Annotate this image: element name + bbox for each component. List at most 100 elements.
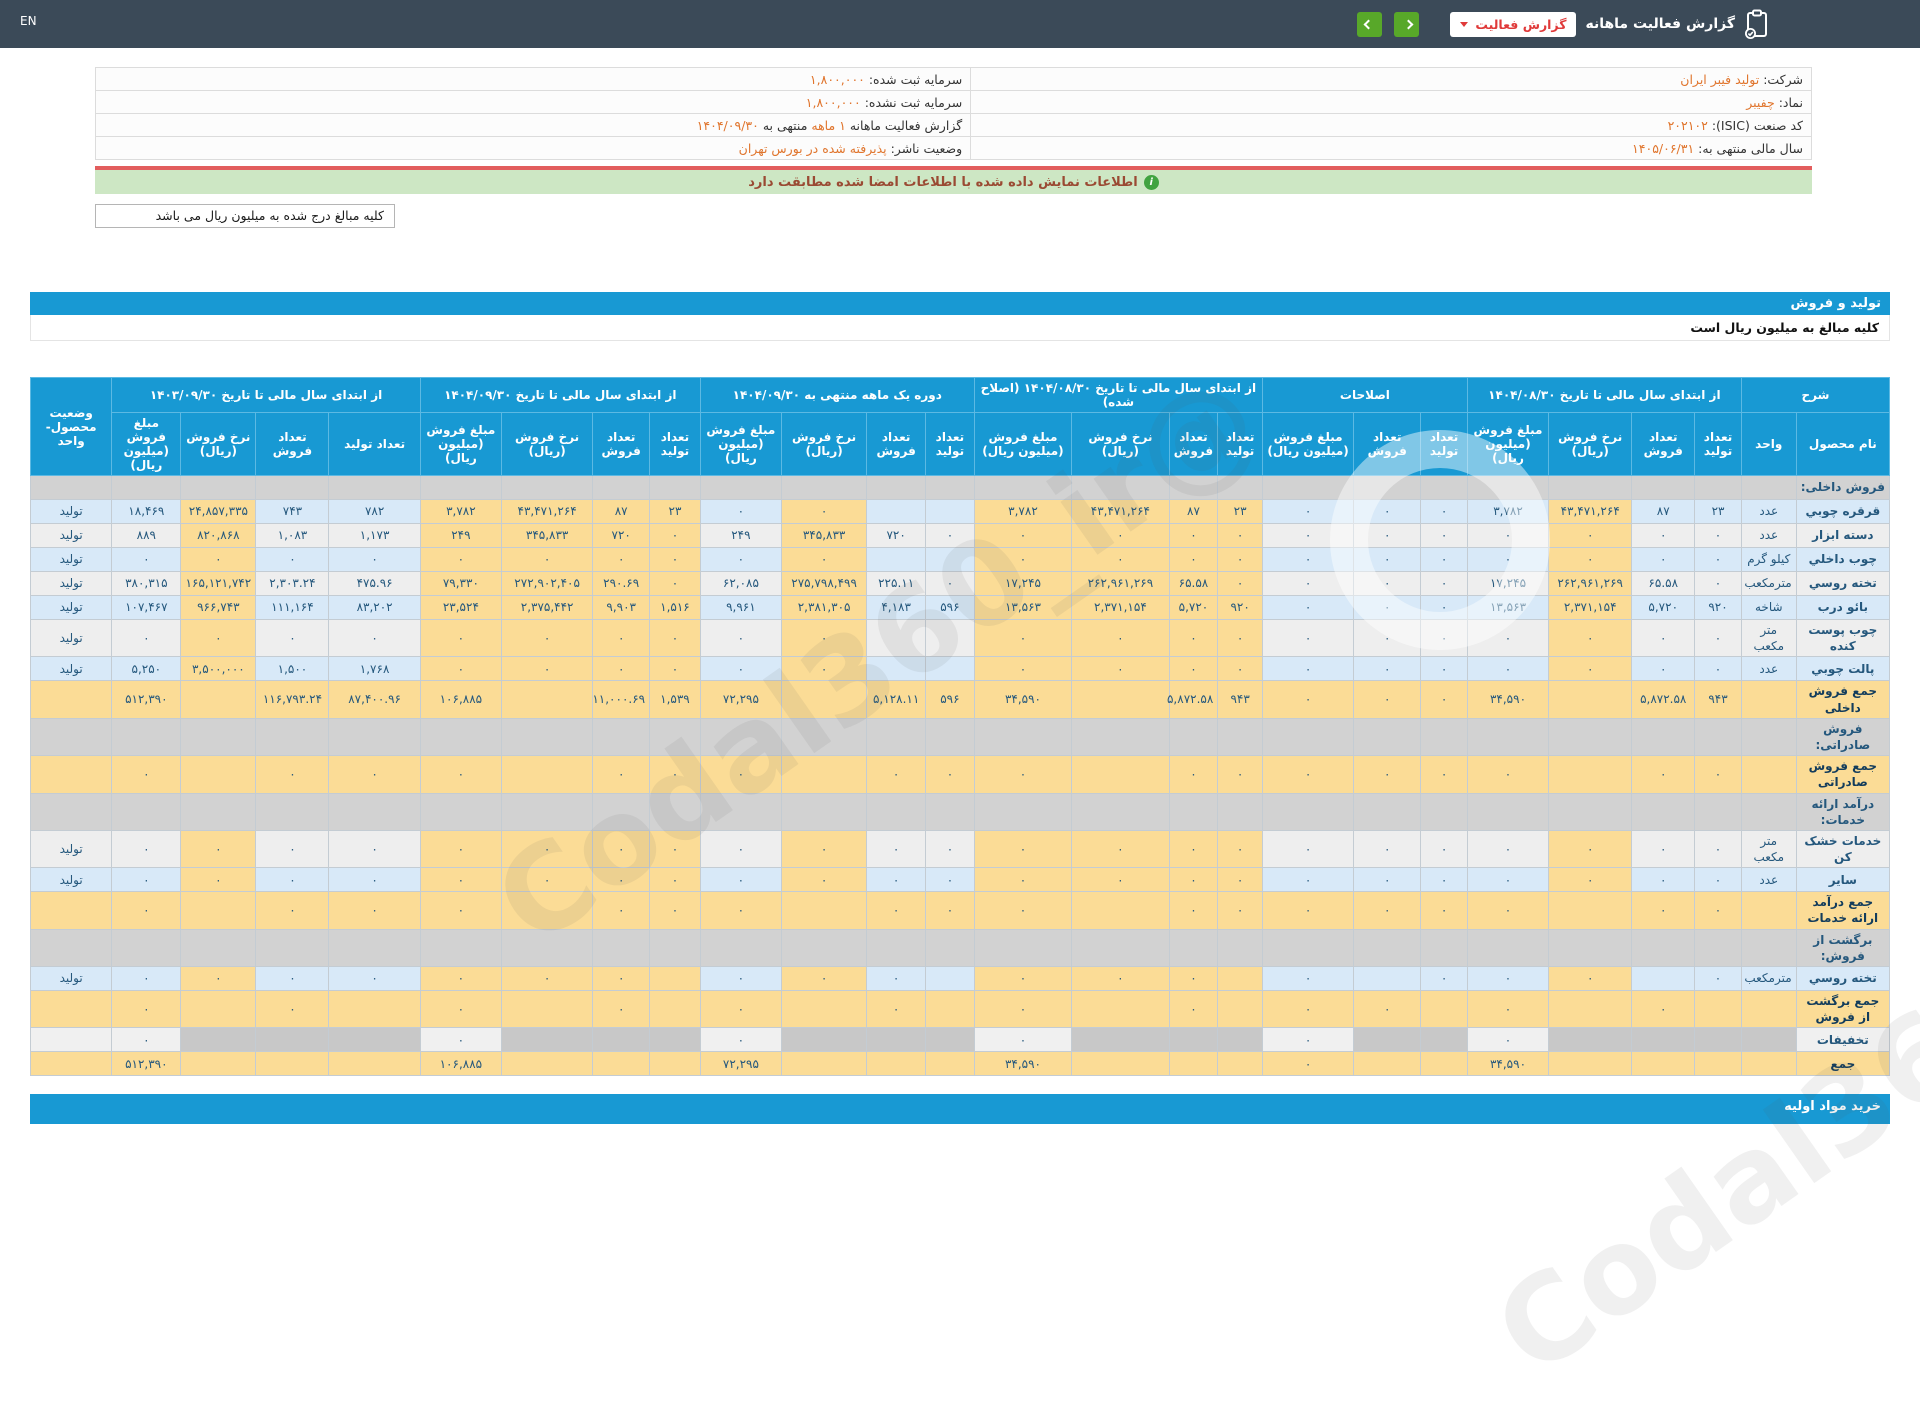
status-cell [29, 1027, 113, 1053]
previous-report-button[interactable] [1357, 11, 1383, 37]
unit-cell [1740, 680, 1797, 719]
table-cell [780, 989, 868, 1029]
table-cell: ۰ [1466, 656, 1550, 682]
table-cell: ۲۳ [649, 499, 701, 524]
table-cell: ۴۳,۴۷۱,۲۶۴ [1071, 499, 1170, 524]
table-cell [1548, 755, 1633, 794]
table-cell: ۳,۷۸۲ [1466, 499, 1550, 524]
info-cell-left: گزارش فعالیت ماهانه ۱ ماهه منتهی به ۱۴۰۴… [94, 113, 972, 137]
table-cell [180, 755, 257, 794]
table-cell [925, 547, 975, 572]
report-type-dropdown[interactable]: گزارش فعالیت [1450, 11, 1577, 37]
table-cell: ۰ [1353, 867, 1422, 893]
currency-unit-note: کلیه مبالغ درج شده به میلیون ریال می باش… [95, 204, 395, 228]
table-cell: ۰ [866, 829, 927, 869]
table-cell [1420, 989, 1468, 1029]
status-cell [29, 792, 113, 831]
table-cell: ۰ [592, 829, 651, 869]
table-cell: ۰ [699, 656, 783, 682]
column-header: واحد [1740, 412, 1797, 476]
table-cell: ۰ [1420, 829, 1468, 869]
column-group-header: از ابتدای سال مالی تا تاریخ ۱۴۰۴/۰۸/۳۰ [1466, 377, 1742, 413]
table-cell: ۰ [1466, 891, 1550, 930]
topbar-right-group: گزارش فعالیت ماهانه گزارش فعالیت [1357, 0, 1770, 48]
unit-cell [1740, 928, 1797, 968]
table-cell: ۰ [699, 618, 783, 658]
table-cell [1261, 717, 1355, 757]
table-cell: ۰ [866, 966, 927, 991]
table-cell: ۰ [925, 829, 975, 869]
table-cell [780, 717, 868, 757]
table-cell: ۱۸,۴۶۹ [111, 499, 182, 524]
table-cell: ۰ [1168, 755, 1219, 794]
table-cell [925, 656, 975, 682]
table-cell: ۰ [1694, 656, 1742, 682]
table-cell: ۲۶۲,۹۶۱,۲۶۹ [1071, 571, 1170, 596]
info-cell-left: وضعیت ناشر: پذیرفته شده در بورس تهران [94, 136, 972, 160]
top-bar: EN گزارش فعالیت ماهانه گزارش فعالیت [0, 0, 1920, 48]
table-cell: ۰ [328, 966, 421, 991]
table-cell: ۰ [1466, 618, 1550, 658]
table-cell: ۱۷,۲۴۵ [973, 571, 1073, 596]
table-cell: ۰ [1071, 523, 1170, 548]
table-cell: ۰ [1420, 966, 1468, 991]
table-cell [925, 475, 975, 500]
column-header: نام محصول [1795, 412, 1891, 476]
table-cell [592, 792, 651, 831]
table-cell [973, 928, 1073, 968]
column-group-header: از ابتدای سال مالی تا تاریخ ۱۴۰۴/۰۹/۳۰ [419, 377, 701, 413]
language-switch-en[interactable]: EN [20, 14, 37, 28]
table-cell: ۰ [1420, 656, 1468, 682]
row-label: فروش صادراتی: [1795, 717, 1891, 757]
unit-cell [1740, 891, 1797, 930]
table-cell [180, 475, 257, 500]
table-cell: ۰ [925, 523, 975, 548]
info-label: کد صنعت (ISIC): [1707, 117, 1803, 133]
table-cell: ۸۲۰,۸۶۸ [180, 523, 257, 548]
table-cell: ۱۳,۵۶۳ [1466, 595, 1550, 620]
section-row: فروش صادراتی: [29, 717, 1891, 757]
table-cell [180, 792, 257, 831]
table-cell [419, 475, 502, 500]
chevron-right-icon [1403, 19, 1414, 29]
column-header: تعداد تولید [1217, 412, 1263, 476]
table-cell: ۰ [1261, 1051, 1355, 1077]
report-type-label: گزارش فعالیت [1475, 16, 1567, 32]
table-cell: ۰ [1261, 499, 1355, 524]
unit-cell: شاخه [1740, 595, 1797, 620]
table-cell: ۰ [1420, 891, 1468, 930]
table-cell [866, 656, 927, 682]
table-cell: ۳,۵۰۰,۰۰۰ [180, 656, 257, 682]
table-cell: ۳۴,۵۹۰ [973, 1051, 1073, 1077]
table-cell [1168, 717, 1219, 757]
table-cell [780, 680, 868, 719]
table-cell [180, 891, 257, 930]
table-cell: ۰ [111, 867, 182, 893]
table-cell: ۰ [419, 656, 502, 682]
table-cell: ۰ [419, 618, 502, 658]
table-cell [1420, 1051, 1468, 1077]
table-cell: ۰ [419, 1027, 502, 1053]
table-cell: ۰ [1694, 618, 1742, 658]
table-cell: ۰ [1353, 571, 1422, 596]
table-cell: ۲۹۰.۶۹ [592, 571, 651, 596]
table-row: پالت چوبي عدد ۰ ۰ ۰ ۰ ۰ ۰ ۰ ۰ ۰ ۰ ۰ ۰ ۰ ۰ ۰ ۰ ۰ ۱,۷۶۸ ۱,۵۰۰ ۳… [29, 656, 1891, 682]
row-label: جمع برگشت از فروش [1795, 989, 1891, 1029]
unit-cell: عدد [1740, 499, 1797, 524]
status-cell: تولید [29, 966, 113, 991]
table-cell [500, 755, 594, 794]
table-cell: ۷۲۰ [592, 523, 651, 548]
info-cell-left: سرمایه ثبت نشده: ۱,۸۰۰,۰۰۰ [94, 90, 972, 114]
table-cell: ۰ [1631, 755, 1696, 794]
table-cell: ۲۶۲,۹۶۱,۲۶۹ [1548, 571, 1633, 596]
table-cell: ۰ [1631, 618, 1696, 658]
column-header: مبلغ فروش (میلیون ریال) [973, 412, 1073, 476]
table-cell [500, 792, 594, 831]
next-report-button[interactable] [1394, 11, 1420, 37]
table-cell [973, 792, 1073, 831]
table-cell: ۰ [866, 755, 927, 794]
table-cell [1548, 1051, 1633, 1077]
chevron-left-icon [1363, 19, 1374, 29]
table-cell: ۰ [419, 547, 502, 572]
table-cell: ۲۴۹ [419, 523, 502, 548]
